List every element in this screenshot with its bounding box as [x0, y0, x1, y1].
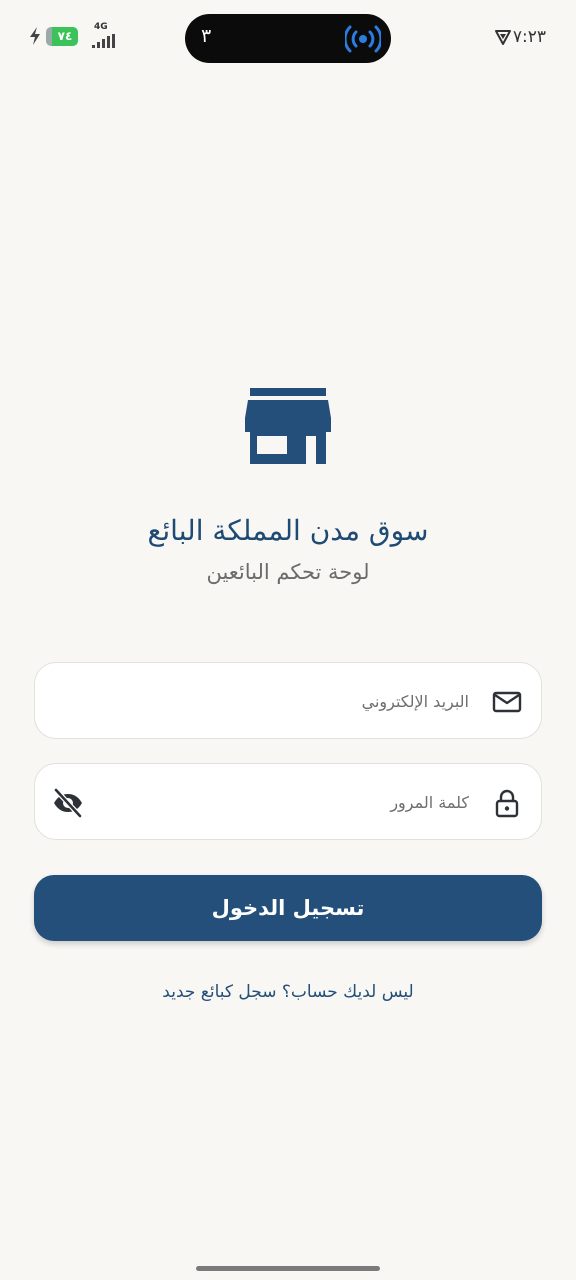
battery-icon: ٧٤: [46, 26, 78, 46]
battery-level: ٧٤: [46, 26, 78, 46]
network-type: 4G: [94, 22, 108, 32]
login-button[interactable]: تسجيل الدخول: [34, 875, 542, 941]
vpn-shield-icon: [495, 30, 511, 45]
password-field[interactable]: [34, 763, 542, 840]
email-input[interactable]: [135, 683, 469, 719]
home-indicator[interactable]: [196, 1266, 380, 1271]
eye-off-icon[interactable]: [51, 786, 85, 820]
lock-icon: [495, 789, 519, 818]
broadcast-icon: [345, 25, 381, 53]
island-counter: ٣: [201, 25, 212, 47]
app-title: سوق مدن المملكة البائع: [147, 514, 429, 547]
status-left-group: ٧٤ 4G: [28, 22, 120, 48]
register-link[interactable]: ليس لديك حساب؟ سجل كبائع جديد: [0, 982, 576, 1002]
charging-bolt-icon: [30, 27, 40, 45]
status-bar: ٧٤ 4G ٣ ٧:٢٣: [0, 0, 576, 76]
app-subtitle: لوحة تحكم البائعين: [206, 560, 370, 584]
dynamic-island[interactable]: ٣: [185, 14, 391, 63]
password-input[interactable]: [135, 784, 469, 820]
email-field[interactable]: [34, 662, 542, 739]
cell-signal-icon: 4G: [92, 22, 120, 48]
store-icon: [245, 388, 331, 464]
status-time: ٧:٢٣: [512, 27, 546, 47]
mail-icon: [492, 691, 522, 713]
